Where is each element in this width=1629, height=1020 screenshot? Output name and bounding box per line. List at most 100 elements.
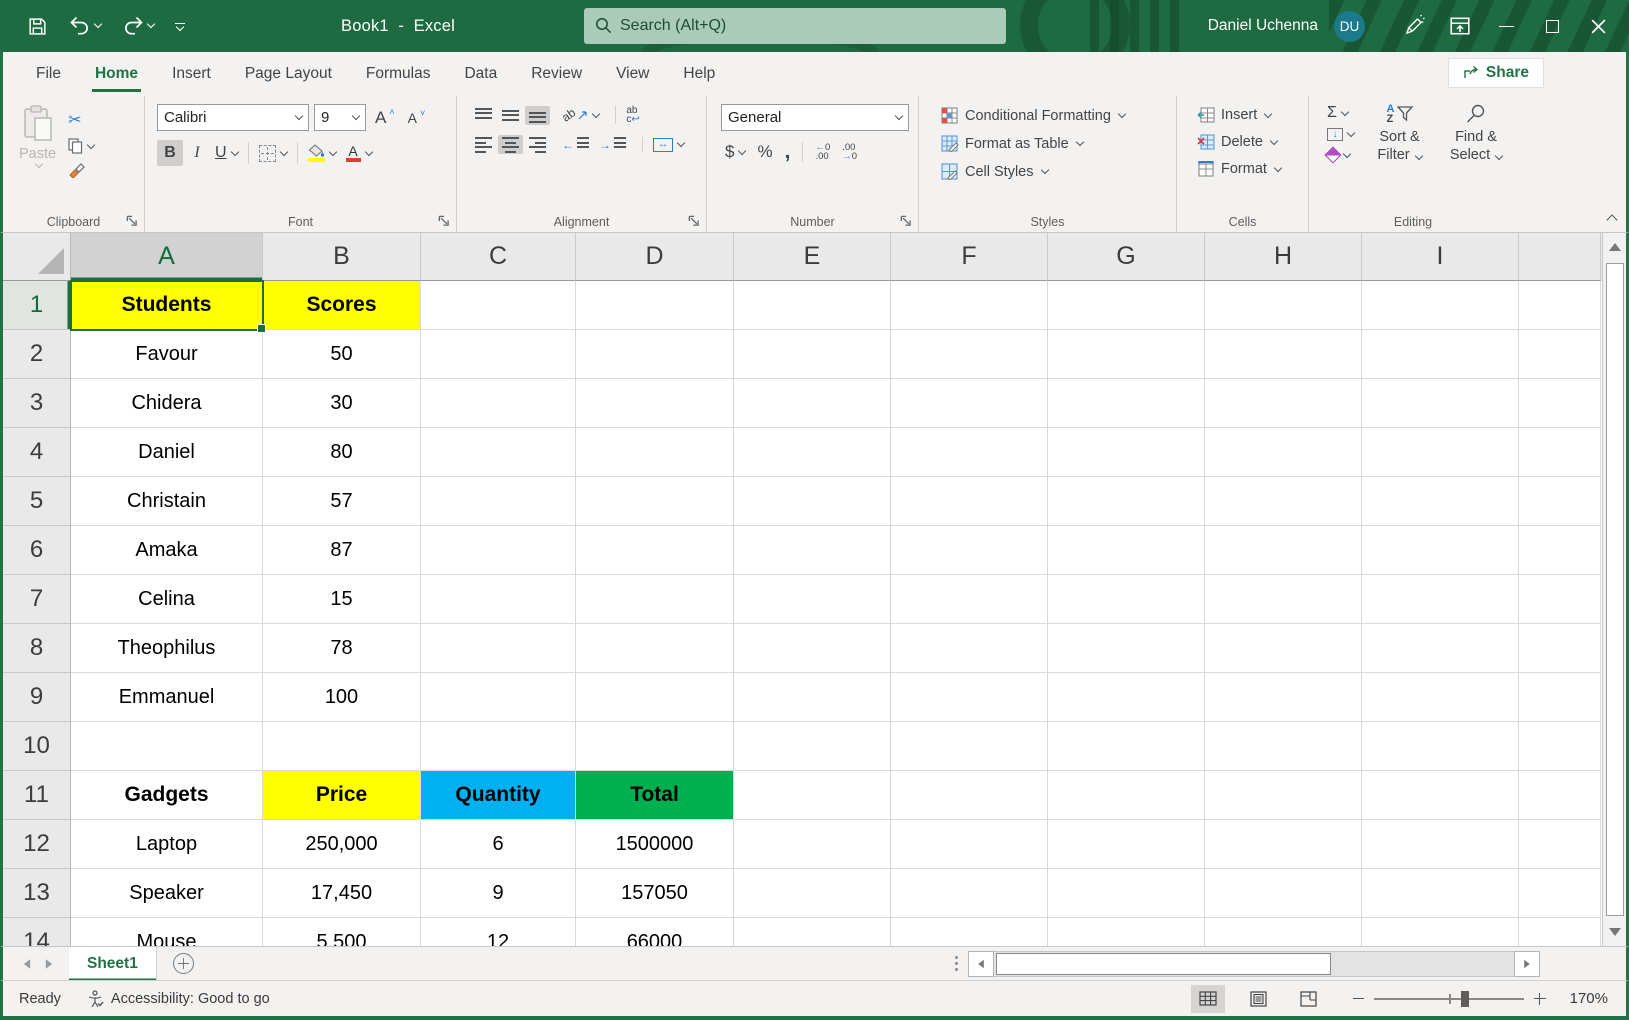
cell-A4[interactable]: Daniel bbox=[71, 428, 263, 477]
cell-x13[interactable] bbox=[1519, 869, 1601, 918]
cell-D10[interactable] bbox=[576, 722, 734, 771]
cell-C7[interactable] bbox=[421, 575, 576, 624]
cell-x12[interactable] bbox=[1519, 820, 1601, 869]
cell-H4[interactable] bbox=[1205, 428, 1362, 477]
redo-button[interactable] bbox=[116, 11, 159, 41]
minimize-button[interactable] bbox=[1483, 0, 1529, 52]
column-header-E[interactable]: E bbox=[734, 233, 891, 281]
tab-home[interactable]: Home bbox=[78, 52, 155, 96]
page-break-preview-button[interactable] bbox=[1291, 985, 1325, 1013]
zoom-level[interactable]: 170% bbox=[1556, 990, 1608, 1007]
cell-A14[interactable]: Mouse bbox=[71, 918, 263, 946]
cell-B11[interactable]: Price bbox=[263, 771, 421, 820]
cell-H3[interactable] bbox=[1205, 379, 1362, 428]
cell-x11[interactable] bbox=[1519, 771, 1601, 820]
scroll-up-button[interactable] bbox=[1603, 233, 1627, 261]
cell-F6[interactable] bbox=[891, 526, 1048, 575]
cell-G8[interactable] bbox=[1048, 624, 1205, 673]
cell-H12[interactable] bbox=[1205, 820, 1362, 869]
column-header-G[interactable]: G bbox=[1048, 233, 1205, 281]
autosum-button[interactable]: Σ bbox=[1323, 104, 1358, 122]
cell-I5[interactable] bbox=[1362, 477, 1519, 526]
cell-G2[interactable] bbox=[1048, 330, 1205, 379]
paste-button[interactable]: Paste bbox=[19, 104, 56, 180]
horizontal-scrollbar[interactable] bbox=[968, 951, 1540, 977]
share-button[interactable]: Share bbox=[1448, 58, 1544, 88]
alignment-dialog-launcher[interactable] bbox=[687, 214, 701, 228]
cell-x2[interactable] bbox=[1519, 330, 1601, 379]
merge-center-button[interactable]: ↔ bbox=[649, 136, 688, 154]
tab-formulas[interactable]: Formulas bbox=[349, 52, 448, 96]
cell-B4[interactable]: 80 bbox=[263, 428, 421, 477]
cell-D12[interactable]: 1500000 bbox=[576, 820, 734, 869]
cell-E14[interactable] bbox=[734, 918, 891, 946]
cell-G3[interactable] bbox=[1048, 379, 1205, 428]
increase-font-size-button[interactable]: A˄ bbox=[371, 106, 399, 130]
column-header-I[interactable]: I bbox=[1362, 233, 1519, 281]
cell-I7[interactable] bbox=[1362, 575, 1519, 624]
cell-H14[interactable] bbox=[1205, 918, 1362, 946]
tab-data[interactable]: Data bbox=[447, 52, 514, 96]
clear-button[interactable] bbox=[1323, 147, 1358, 163]
cell-I14[interactable] bbox=[1362, 918, 1519, 946]
cell-E7[interactable] bbox=[734, 575, 891, 624]
cell-I12[interactable] bbox=[1362, 820, 1519, 869]
cell-E13[interactable] bbox=[734, 869, 891, 918]
page-layout-view-button[interactable] bbox=[1241, 985, 1275, 1013]
cell-A6[interactable]: Amaka bbox=[71, 526, 263, 575]
cell-E9[interactable] bbox=[734, 673, 891, 722]
cell-I8[interactable] bbox=[1362, 624, 1519, 673]
decrease-decimal-button[interactable]: .00→0 bbox=[838, 141, 861, 163]
row-header-10[interactable]: 10 bbox=[3, 722, 71, 771]
cell-H1[interactable] bbox=[1205, 281, 1362, 330]
align-left-button[interactable] bbox=[471, 135, 496, 154]
column-header-H[interactable]: H bbox=[1205, 233, 1362, 281]
cell-H9[interactable] bbox=[1205, 673, 1362, 722]
cell-G13[interactable] bbox=[1048, 869, 1205, 918]
save-button[interactable] bbox=[22, 12, 53, 41]
cell-F9[interactable] bbox=[891, 673, 1048, 722]
cell-G10[interactable] bbox=[1048, 722, 1205, 771]
cell-x3[interactable] bbox=[1519, 379, 1601, 428]
cell-A12[interactable]: Laptop bbox=[71, 820, 263, 869]
cell-H2[interactable] bbox=[1205, 330, 1362, 379]
cell-F13[interactable] bbox=[891, 869, 1048, 918]
row-header-13[interactable]: 13 bbox=[3, 869, 71, 918]
cell-B14[interactable]: 5,500 bbox=[263, 918, 421, 946]
cell-H7[interactable] bbox=[1205, 575, 1362, 624]
conditional-formatting-button[interactable]: Conditional Formatting bbox=[935, 104, 1170, 127]
cell-G11[interactable] bbox=[1048, 771, 1205, 820]
cell-A13[interactable]: Speaker bbox=[71, 869, 263, 918]
cell-I10[interactable] bbox=[1362, 722, 1519, 771]
scroll-right-button[interactable] bbox=[1514, 951, 1540, 977]
align-top-button[interactable] bbox=[471, 106, 496, 125]
cell-G14[interactable] bbox=[1048, 918, 1205, 946]
cell-G7[interactable] bbox=[1048, 575, 1205, 624]
find-select-button[interactable]: Find & Select bbox=[1441, 104, 1511, 164]
cell-B9[interactable]: 100 bbox=[263, 673, 421, 722]
row-header-7[interactable]: 7 bbox=[3, 575, 71, 624]
sheet-tab-sheet1[interactable]: Sheet1 bbox=[69, 947, 157, 981]
cell-A8[interactable]: Theophilus bbox=[71, 624, 263, 673]
cell-D7[interactable] bbox=[576, 575, 734, 624]
cell-D5[interactable] bbox=[576, 477, 734, 526]
cell-H6[interactable] bbox=[1205, 526, 1362, 575]
ribbon-display-options-button[interactable] bbox=[1437, 0, 1483, 52]
cell-A2[interactable]: Favour bbox=[71, 330, 263, 379]
font-color-button[interactable]: A bbox=[342, 140, 376, 166]
fill-button[interactable]: ↓ bbox=[1323, 126, 1358, 143]
cell-C5[interactable] bbox=[421, 477, 576, 526]
cell-F3[interactable] bbox=[891, 379, 1048, 428]
tab-file[interactable]: File bbox=[19, 52, 78, 96]
cell-F8[interactable] bbox=[891, 624, 1048, 673]
cell-E2[interactable] bbox=[734, 330, 891, 379]
bold-button[interactable]: B bbox=[157, 140, 183, 166]
cell-D13[interactable]: 157050 bbox=[576, 869, 734, 918]
cell-E1[interactable] bbox=[734, 281, 891, 330]
cell-G5[interactable] bbox=[1048, 477, 1205, 526]
cell-C8[interactable] bbox=[421, 624, 576, 673]
font-dialog-launcher[interactable] bbox=[437, 214, 451, 228]
row-header-1[interactable]: 1 bbox=[3, 281, 71, 330]
cell-F1[interactable] bbox=[891, 281, 1048, 330]
underline-button[interactable]: U bbox=[211, 140, 242, 166]
